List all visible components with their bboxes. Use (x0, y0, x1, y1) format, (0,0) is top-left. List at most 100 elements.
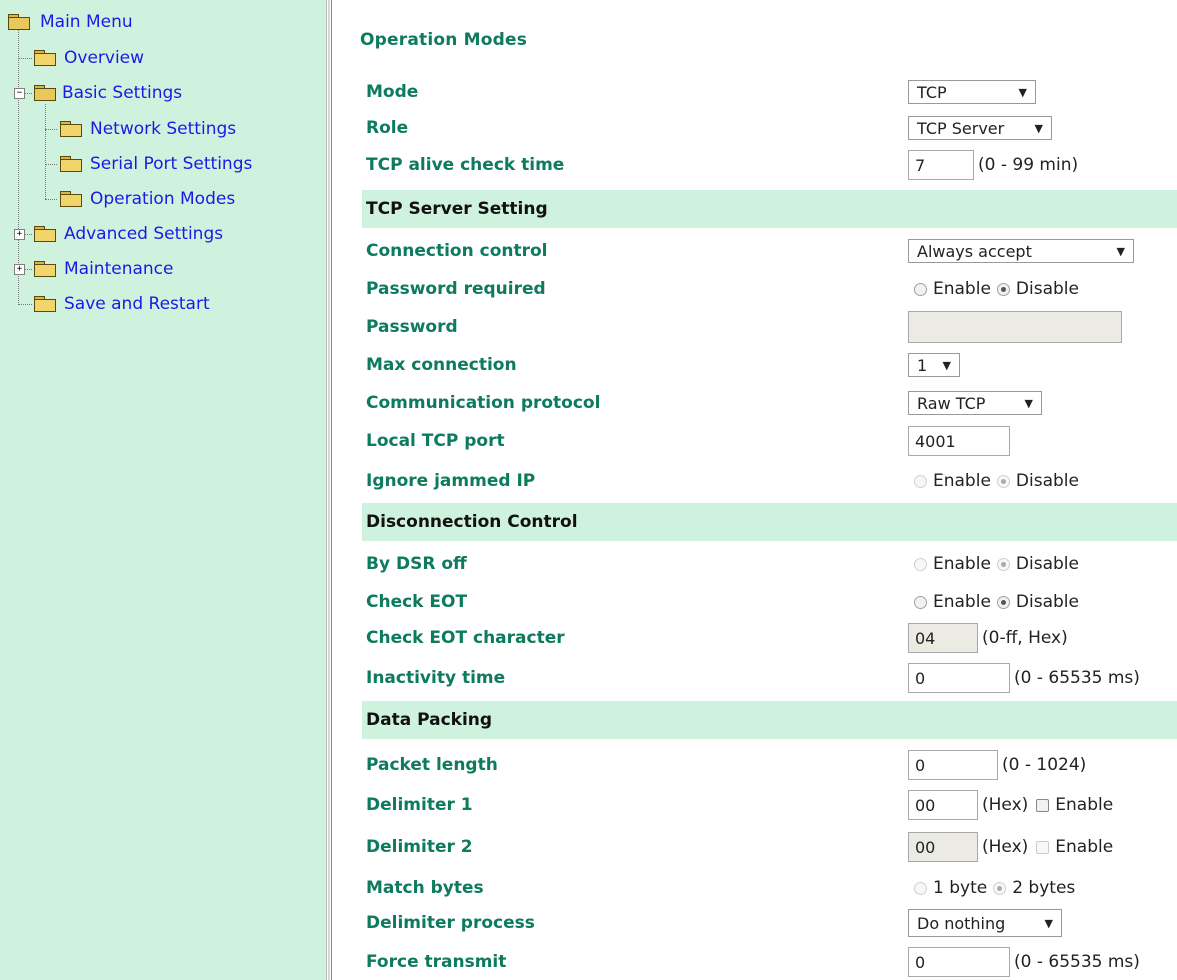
match-bytes-label: Match bytes (366, 878, 484, 898)
sidebar-item-operation-modes[interactable]: Operation Modes (60, 186, 235, 212)
sidebar-item-label: Save and Restart (64, 294, 210, 314)
dropdown-arrow-icon: ▼ (1034, 121, 1043, 135)
folder-icon (34, 261, 56, 277)
password-input[interactable] (908, 311, 1122, 343)
role-value: TCP Server (917, 118, 1005, 138)
radio-icon (914, 881, 927, 895)
password-label: Password (366, 317, 458, 337)
force-transmit-label: Force transmit (366, 952, 507, 972)
checkbox-icon (1036, 798, 1050, 812)
radio-selected-icon (993, 881, 1007, 895)
radio-selected-icon (996, 557, 1010, 571)
ignore-jammed-ip-label: Ignore jammed IP (366, 471, 536, 491)
communication-protocol-select[interactable]: Raw TCP ▼ (908, 391, 1042, 415)
radio-label: 1 byte (933, 878, 988, 898)
max-connection-select[interactable]: 1 ▼ (908, 353, 960, 377)
delimiter-process-select[interactable]: Do nothing ▼ (908, 909, 1062, 937)
password-required-enable-radio[interactable]: Enable (914, 279, 991, 299)
packet-length-label: Packet length (366, 755, 498, 775)
page-title: Operation Modes (360, 30, 528, 50)
radio-label: Enable (933, 554, 991, 574)
ignore-jammed-ip-enable-radio[interactable]: Enable (914, 471, 991, 491)
sidebar-item-maintenance[interactable]: Maintenance (34, 256, 173, 282)
folder-open-icon (8, 14, 30, 30)
ignore-jammed-ip-disable-radio[interactable]: Disable (996, 471, 1079, 491)
tcp-alive-input[interactable]: 7 (908, 150, 974, 180)
by-dsr-off-disable-radio[interactable]: Disable (996, 554, 1079, 574)
sidebar-item-overview[interactable]: Overview (34, 45, 144, 71)
communication-protocol-row: Communication protocol Raw TCP ▼ (362, 388, 1177, 418)
password-required-row: Password required Enable Disable (362, 274, 1177, 304)
expand-icon[interactable]: + (14, 264, 25, 275)
radio-selected-icon (996, 282, 1010, 296)
mode-select[interactable]: TCP ▼ (908, 80, 1036, 104)
radio-icon (914, 474, 927, 488)
packet-length-row: Packet length 0 (0 - 1024) (362, 750, 1177, 780)
section-tcp-server-setting: TCP Server Setting (362, 190, 1177, 228)
folder-icon (60, 121, 82, 137)
inactivity-time-input[interactable]: 0 (908, 663, 1010, 693)
main-content: Operation Modes Mode TCP ▼ Role TCP Serve… (332, 0, 1177, 980)
folder-icon (34, 50, 56, 66)
delimiter-1-hint: (Hex) (982, 795, 1029, 815)
section-data-packing: Data Packing (362, 701, 1177, 739)
connection-control-label: Connection control (366, 241, 548, 261)
tree-line (24, 234, 32, 235)
delimiter-1-input[interactable]: 00 (908, 790, 978, 820)
force-transmit-hint: (0 - 65535 ms) (1014, 952, 1140, 972)
radio-label: Disable (1015, 592, 1079, 612)
delimiter-process-value: Do nothing (917, 913, 1006, 933)
ignore-jammed-ip-row: Ignore jammed IP Enable Disable (362, 466, 1177, 496)
expand-icon[interactable]: + (14, 229, 25, 240)
tree-line (24, 93, 32, 94)
connection-control-select[interactable]: Always accept ▼ (908, 239, 1134, 263)
role-select[interactable]: TCP Server ▼ (908, 116, 1052, 140)
radio-label: Disable (1015, 554, 1079, 574)
sidebar-nav: Main Menu Overview − Basic Settings Netw… (0, 0, 326, 980)
force-transmit-input[interactable]: 0 (908, 947, 1010, 977)
packet-length-hint: (0 - 1024) (1002, 755, 1087, 775)
sidebar-item-network-settings[interactable]: Network Settings (60, 116, 236, 142)
sidebar-item-advanced-settings[interactable]: Advanced Settings (34, 221, 223, 247)
sidebar-item-serial-port-settings[interactable]: Serial Port Settings (60, 151, 252, 177)
check-eot-disable-radio[interactable]: Disable (996, 592, 1079, 612)
delimiter-1-label: Delimiter 1 (366, 795, 473, 815)
tree-line (45, 164, 57, 165)
sidebar-item-save-and-restart[interactable]: Save and Restart (34, 291, 210, 317)
sidebar-item-label: Maintenance (64, 259, 174, 279)
local-tcp-port-input[interactable]: 4001 (908, 426, 1010, 456)
match-bytes-2-radio[interactable]: 2 bytes (993, 878, 1075, 898)
radio-icon (914, 595, 927, 609)
check-eot-enable-radio[interactable]: Enable (914, 592, 991, 612)
radio-icon (914, 557, 927, 571)
dropdown-arrow-icon: ▼ (1116, 244, 1125, 258)
tree-line (45, 104, 46, 199)
checkbox-label: Enable (1055, 837, 1114, 857)
collapse-icon[interactable]: − (14, 88, 25, 99)
packet-length-input[interactable]: 0 (908, 750, 998, 780)
by-dsr-off-enable-radio[interactable]: Enable (914, 554, 991, 574)
delimiter-2-enable-checkbox[interactable]: Enable (1036, 837, 1113, 857)
delimiter-1-enable-checkbox[interactable]: Enable (1036, 795, 1113, 815)
mode-label: Mode (366, 82, 419, 102)
password-required-disable-radio[interactable]: Disable (996, 279, 1079, 299)
dropdown-arrow-icon: ▼ (1018, 85, 1027, 99)
match-bytes-row: Match bytes 1 byte 2 bytes (362, 873, 1177, 903)
eot-character-input[interactable]: 04 (908, 623, 978, 653)
communication-protocol-value: Raw TCP (917, 393, 986, 413)
tree-line (18, 304, 32, 305)
delimiter-2-input[interactable]: 00 (908, 832, 978, 862)
folder-icon (34, 226, 56, 242)
match-bytes-1-radio[interactable]: 1 byte (914, 878, 987, 898)
radio-label: Enable (933, 471, 991, 491)
mode-row: Mode TCP ▼ (362, 77, 1177, 107)
radio-selected-icon (996, 474, 1010, 488)
section-title: Disconnection Control (366, 512, 578, 532)
delimiter-2-row: Delimiter 2 00 (Hex) Enable (362, 832, 1177, 862)
eot-character-label: Check EOT character (366, 628, 565, 648)
sidebar-item-label: Operation Modes (90, 189, 236, 209)
delimiter-process-row: Delimiter process Do nothing ▼ (362, 908, 1177, 938)
sidebar-item-main-menu[interactable]: Main Menu (8, 9, 133, 35)
check-eot-label: Check EOT (366, 592, 468, 612)
sidebar-item-basic-settings[interactable]: Basic Settings (34, 80, 182, 106)
